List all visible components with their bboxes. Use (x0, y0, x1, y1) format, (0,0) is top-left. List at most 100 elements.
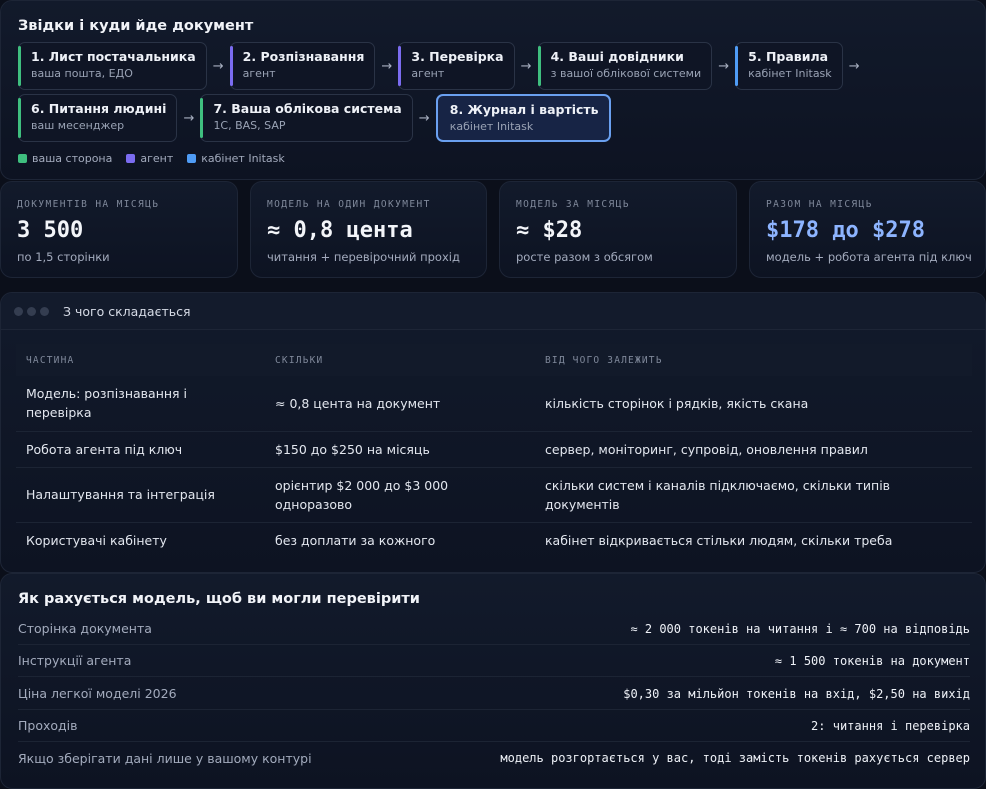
flow-node-7[interactable]: 7. Ваша облікова система 1С, BAS, SAP (200, 94, 413, 142)
legend-swatch-icon (126, 154, 136, 163)
flow-node-sub: кабінет Initask (449, 120, 534, 133)
flow-node-5[interactable]: 5. Правила кабінет Initask (735, 42, 843, 90)
stat-sub: модель + робота агента під ключ (766, 250, 972, 264)
legend-item-agent: агент (126, 152, 173, 165)
flow-node-title: 8. Журнал і вартість (449, 102, 599, 117)
table-row: Робота агента під ключ $150 до $250 на м… (16, 431, 972, 468)
flow-node-2[interactable]: 2. Розпізнавання агент (229, 42, 376, 90)
flow-node-title: 4. Ваші довідники (550, 49, 684, 64)
stat-value: ≈ $28 (516, 218, 583, 243)
flow-node-sub: ваша пошта, ЕДО (31, 67, 133, 80)
breakdown-table: ЧАСТИНА СКІЛЬКИ ВІД ЧОГО ЗАЛЕЖИТЬ Модель… (16, 344, 972, 558)
stat-sub: по 1,5 сторінки (17, 250, 110, 264)
flow-arrow-icon: → (520, 58, 532, 74)
flow-title: Звідки і куди йде документ (18, 18, 254, 34)
flow-arrow-icon: → (212, 58, 224, 74)
table-row: Налаштування та інтеграція орієнтир $2 0… (16, 467, 972, 523)
calc-row-onprem: Якщо зберігати дані лише у вашому контур… (18, 742, 970, 774)
calc-row-price: Ціна легкої моделі 2026 $0,30 за мільйон… (18, 678, 970, 710)
breakdown-panel: З чого складається ЧАСТИНА СКІЛЬКИ ВІД Ч… (0, 292, 986, 573)
flow-arrow-icon: → (183, 110, 195, 126)
stat-value: 3 500 (17, 218, 84, 243)
flow-arrow-icon: → (848, 58, 860, 74)
table-cell: Налаштування та інтеграція (16, 467, 265, 523)
calc-value: ≈ 2 000 токенів на читання і ≈ 700 на ві… (630, 621, 970, 636)
flow-arrow-icon: → (418, 110, 430, 126)
flow-node-title: 3. Перевірка (411, 49, 504, 64)
window-dot-icon (27, 306, 36, 316)
stat-sub: читання + перевірочний прохід (267, 250, 460, 264)
stat-label: МОДЕЛЬ НА ОДИН ДОКУМЕНТ (267, 199, 431, 210)
stat-sub: росте разом з обсягом (516, 250, 653, 264)
table-row: Модель: розпізнавання і перевірка ≈ 0,8 … (16, 376, 972, 432)
legend-label: кабінет Initask (201, 152, 285, 165)
flow-node-8-selected[interactable]: 8. Журнал і вартість кабінет Initask (435, 94, 611, 142)
flow-node-sub: ваш месенджер (31, 119, 125, 132)
stat-label: ДОКУМЕНТІВ НА МІСЯЦЬ (17, 199, 160, 210)
table-cell: ≈ 0,8 цента на документ (265, 376, 535, 432)
flow-node-sub: кабінет Initask (748, 67, 832, 80)
calc-key: Проходів (18, 718, 78, 733)
calc-key: Ціна легкої моделі 2026 (18, 686, 177, 701)
stat-card-total-per-month: РАЗОМ НА МІСЯЦЬ $178 до $278 модель + ро… (749, 181, 986, 278)
stat-card-docs-per-month: ДОКУМЕНТІВ НА МІСЯЦЬ 3 500 по 1,5 сторін… (0, 181, 238, 278)
flow-row-2: 6. Питання людині ваш месенджер → 7. Ваш… (18, 94, 611, 142)
flow-node-sub: 1С, BAS, SAP (213, 119, 286, 132)
table-row: Користувачі кабінету без доплати за кожн… (16, 522, 972, 558)
legend-label: агент (140, 152, 174, 165)
table-cell: Робота агента під ключ (16, 431, 265, 468)
calc-value: модель розгортається у вас, тоді замість… (500, 751, 970, 765)
table-cell: Користувачі кабінету (26, 532, 167, 548)
flow-node-6[interactable]: 6. Питання людині ваш месенджер (18, 94, 178, 142)
flow-node-sub: агент (411, 67, 445, 80)
window-dot-icon (40, 306, 49, 316)
stat-card-model-per-doc: МОДЕЛЬ НА ОДИН ДОКУМЕНТ ≈ 0,8 цента чита… (250, 181, 487, 278)
legend-item-cabinet: кабінет Initask (187, 152, 285, 165)
table-header-row: ЧАСТИНА СКІЛЬКИ ВІД ЧОГО ЗАЛЕЖИТЬ (16, 344, 972, 376)
flow-node-title: 6. Питання людині (31, 101, 167, 116)
flow-node-title: 1. Лист постачальника (31, 49, 196, 64)
legend-swatch-icon (18, 154, 27, 163)
calc-panel: Як рахується модель, щоб ви могли переві… (0, 573, 986, 789)
stat-value: $178 до $278 (766, 218, 925, 243)
calc-title: Як рахується модель, щоб ви могли переві… (18, 591, 420, 607)
flow-arrow-icon: → (718, 58, 730, 74)
column-header: СКІЛЬКИ (265, 344, 535, 376)
calc-value: ≈ 1 500 токенів на документ (774, 653, 970, 668)
flow-node-4[interactable]: 4. Ваші довідники з вашої облікової сист… (537, 42, 713, 90)
window-dot-icon (14, 306, 23, 316)
calc-row-instructions: Інструкції агента ≈ 1 500 токенів на док… (18, 645, 970, 677)
table-cell: орієнтир $2 000 до $3 000 одноразово (265, 467, 535, 523)
table-cell: скільки систем і каналів підключаємо, ск… (535, 467, 972, 523)
legend-label: ваша сторона (32, 152, 113, 165)
flow-node-title: 5. Правила (748, 49, 829, 64)
stat-value: ≈ 0,8 цента (267, 218, 413, 243)
legend-swatch-icon (187, 154, 197, 163)
calc-value: $0,30 за мільйон токенів на вхід, $2,50 … (623, 686, 970, 701)
flow-row-1: 1. Лист постачальника ваша пошта, ЕДО → … (18, 42, 866, 90)
stat-label: МОДЕЛЬ ЗА МІСЯЦЬ (516, 199, 630, 210)
column-header: ВІД ЧОГО ЗАЛЕЖИТЬ (535, 344, 972, 376)
table-cell: без доплати за кожного (275, 532, 436, 548)
column-header: ЧАСТИНА (16, 344, 265, 376)
legend-item-own-side: ваша сторона (18, 152, 112, 165)
table-cell: кількість сторінок і рядків, якість скан… (535, 376, 972, 432)
flow-node-title: 7. Ваша облікова система (213, 101, 402, 116)
flow-arrow-icon: → (381, 58, 393, 74)
calc-key: Сторінка документа (18, 621, 152, 636)
calc-key: Інструкції агента (18, 653, 132, 668)
flow-legend: ваша сторона агент кабінет Initask (18, 152, 299, 165)
stat-label: РАЗОМ НА МІСЯЦЬ (766, 199, 873, 210)
table-cell: сервер, моніторинг, супровід, оновлення … (535, 431, 972, 468)
breakdown-titlebar: З чого складається (1, 293, 985, 330)
flow-node-sub: агент (242, 67, 276, 80)
calc-row-page: Сторінка документа ≈ 2 000 токенів на чи… (18, 613, 970, 645)
table-cell: $150 до $250 на місяць (265, 431, 535, 468)
flow-node-3[interactable]: 3. Перевірка агент (398, 42, 515, 90)
calc-key: Якщо зберігати дані лише у вашому контур… (18, 750, 312, 766)
table-cell: кабінет відкривається стільки людям, скі… (545, 532, 893, 548)
flow-node-1[interactable]: 1. Лист постачальника ваша пошта, ЕДО (18, 42, 207, 90)
calc-row-passes: Проходів 2: читання і перевірка (18, 710, 970, 742)
table-cell: Модель: розпізнавання і перевірка (16, 376, 265, 432)
flow-node-title: 2. Розпізнавання (242, 49, 365, 64)
